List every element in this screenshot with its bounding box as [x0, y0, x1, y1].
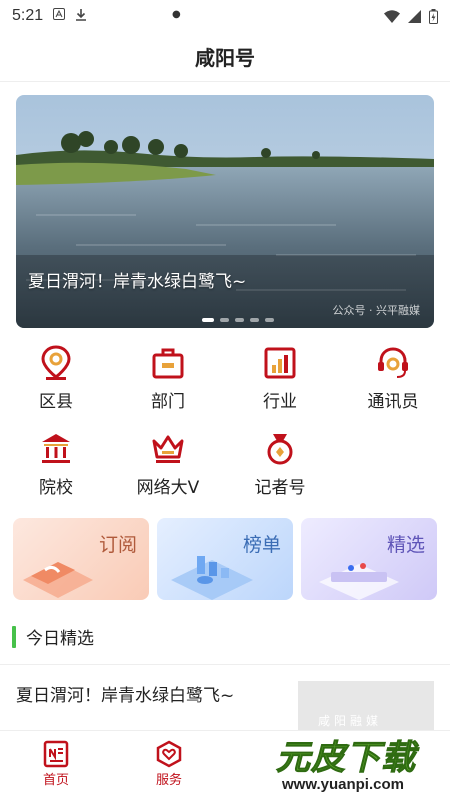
- banner-caption: 夏日渭河！岸青水绿白鹭飞~: [28, 272, 247, 292]
- battery-icon: [429, 8, 438, 24]
- category-label: 部门: [151, 392, 185, 412]
- card-subscribe[interactable]: 订阅: [13, 518, 149, 600]
- category-reporter[interactable]: 记者号: [230, 431, 330, 498]
- section-accent-bar: [12, 625, 16, 648]
- category-correspondent[interactable]: 通讯员: [343, 345, 443, 412]
- page-title: 咸阳号: [195, 46, 255, 70]
- heart-service-icon: [156, 740, 182, 768]
- card-label: 订阅: [98, 534, 137, 556]
- crown-icon: [152, 435, 184, 463]
- nav-home[interactable]: 首页: [26, 739, 86, 788]
- nav-label: 服务: [155, 773, 182, 788]
- category-department[interactable]: 部门: [118, 345, 218, 412]
- carousel-dot: [250, 318, 259, 322]
- signal-icon: [408, 9, 421, 23]
- site-watermark-logo: 元皮下载 www.yuanpi.com: [270, 728, 450, 800]
- category-label: 网络大V: [136, 478, 200, 498]
- section-title: 今日精选: [26, 629, 94, 649]
- category-label: 区县: [39, 392, 73, 412]
- banner-image: [16, 95, 434, 328]
- medal-icon: [267, 434, 293, 465]
- carousel-dot: [202, 318, 214, 322]
- carousel-dot: [220, 318, 229, 322]
- app-header: 咸阳号: [0, 32, 450, 82]
- card-ranking[interactable]: 榜单: [157, 518, 293, 600]
- institution-icon: [42, 434, 70, 463]
- category-industry[interactable]: 行业: [230, 345, 330, 412]
- category-label: 行业: [263, 392, 297, 412]
- category-label: 记者号: [254, 478, 306, 498]
- nav-service[interactable]: 服务: [139, 739, 199, 788]
- wifi-icon: [384, 9, 400, 23]
- card-label: 榜单: [242, 534, 281, 556]
- banner-source-watermark: 公众号 · 兴平融媒: [332, 304, 421, 317]
- category-label: 通讯员: [367, 392, 419, 412]
- news-item-thumbnail[interactable]: 咸阳融媒: [298, 681, 434, 731]
- watermark-url: www.yuanpi.com: [282, 776, 404, 793]
- divider: [0, 664, 450, 665]
- watermark-text: 元皮下载: [276, 738, 416, 779]
- news-home-icon: [43, 740, 69, 768]
- category-influencer[interactable]: 网络大V: [118, 431, 218, 498]
- carousel-indicator: [202, 318, 274, 322]
- carousel-dot: [235, 318, 244, 322]
- status-time: 5:21: [12, 7, 44, 24]
- briefcase-icon: [152, 348, 184, 379]
- notification-dot-icon: ●: [172, 9, 181, 20]
- bar-chart-icon: [264, 347, 296, 379]
- category-label: 院校: [39, 478, 73, 498]
- category-district[interactable]: 区县: [6, 345, 106, 412]
- location-pin-icon: [41, 345, 71, 380]
- card-label: 精选: [386, 534, 425, 556]
- news-item-title[interactable]: 夏日渭河！岸青水绿白鹭飞~: [16, 681, 234, 706]
- notification-a-icon: [53, 8, 66, 24]
- section-header-today: 今日精选: [12, 624, 94, 649]
- status-bar: 5:21 ●: [0, 0, 450, 32]
- download-icon: [75, 8, 87, 25]
- banner-carousel[interactable]: 夏日渭河！岸青水绿白鹭飞~ 公众号 · 兴平融媒: [16, 95, 434, 328]
- headset-icon: [378, 347, 408, 378]
- category-institution[interactable]: 院校: [6, 431, 106, 498]
- card-featured[interactable]: 精选: [301, 518, 437, 600]
- nav-label: 首页: [42, 773, 69, 788]
- carousel-dot: [265, 318, 274, 322]
